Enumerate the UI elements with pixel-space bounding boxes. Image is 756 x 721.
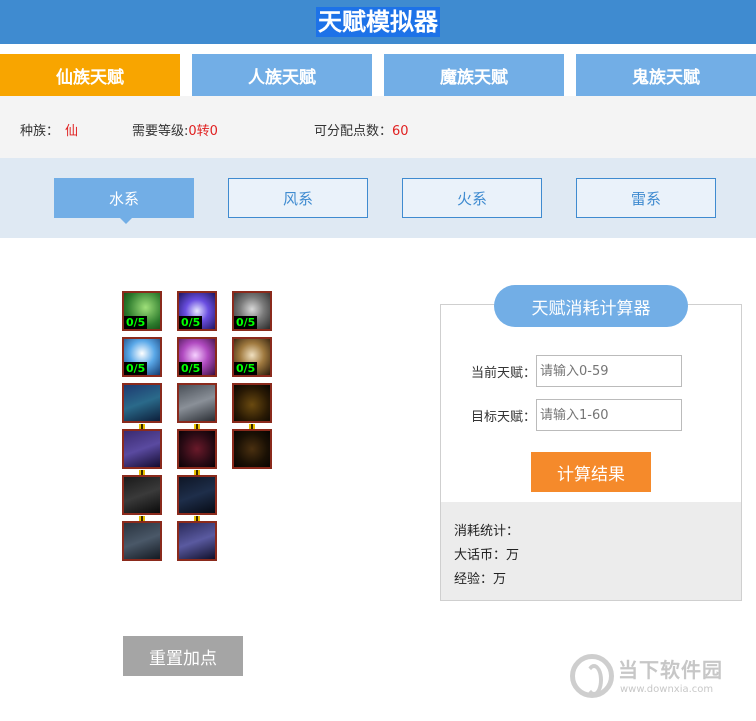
watermark-text: 当下软件园 [618, 658, 723, 682]
tab-race-gui[interactable]: 鬼族天赋 [576, 54, 756, 96]
stats-title: 消耗统计： [454, 524, 520, 539]
talent-icon-locked[interactable] [177, 521, 217, 561]
calculate-button[interactable]: 计算结果 [531, 452, 651, 492]
level-value: 0转0 [188, 124, 218, 139]
cost-stats: 消耗统计： 大话币：万 经验：万 [441, 502, 741, 600]
level-info: 需要等级:0转0 [132, 120, 218, 139]
talent-icon-locked[interactable] [177, 429, 217, 469]
talent-icon-locked[interactable] [122, 429, 162, 469]
watermark-url: www.downxia.com [620, 684, 714, 695]
talent-points: 0/5 [179, 362, 203, 375]
talent-points: 0/5 [124, 316, 148, 329]
talent-icon-locked[interactable] [122, 521, 162, 561]
tab-element-thunder[interactable]: 雷系 [576, 178, 716, 218]
points-info: 可分配点数：60 [314, 120, 409, 139]
talent-icon[interactable]: 0/5 [177, 291, 217, 331]
talent-points: 0/5 [234, 362, 258, 375]
tab-race-xian[interactable]: 仙族天赋 [0, 54, 180, 96]
talent-icon[interactable]: 0/5 [232, 337, 272, 377]
talent-points: 0/5 [234, 316, 258, 329]
current-talent-label: 当前天赋： [471, 365, 537, 381]
element-tabs: 水系 风系 火系 雷系 [0, 158, 756, 238]
info-bar: 种族： 仙 需要等级:0转0 可分配点数：60 [0, 96, 756, 158]
coin-cost: 大话币：万 [454, 548, 520, 563]
watermark-logo-icon [570, 654, 614, 698]
reset-points-button[interactable]: 重置加点 [123, 636, 243, 676]
race-tabs: 仙族天赋 人族天赋 魔族天赋 鬼族天赋 [0, 54, 756, 96]
level-label: 需要等级: [132, 124, 189, 139]
talent-icon-locked[interactable] [232, 429, 272, 469]
target-talent-input[interactable] [536, 399, 683, 431]
points-value: 60 [392, 124, 409, 139]
talent-icon-locked[interactable] [177, 383, 217, 423]
race-value: 仙 [65, 124, 79, 139]
target-talent-row: 目标天赋： [471, 399, 683, 431]
talent-icon[interactable]: 0/5 [232, 291, 272, 331]
page-header: 天赋模拟器 [0, 0, 756, 44]
tab-element-fire[interactable]: 火系 [402, 178, 542, 218]
target-talent-label: 目标天赋： [471, 409, 537, 425]
current-talent-row: 当前天赋： [471, 355, 683, 387]
talent-icon[interactable]: 0/5 [122, 291, 162, 331]
talent-icon-locked[interactable] [122, 383, 162, 423]
talent-points: 0/5 [179, 316, 203, 329]
talent-icon[interactable]: 0/5 [122, 337, 162, 377]
exp-cost: 经验：万 [454, 572, 507, 587]
tab-element-water[interactable]: 水系 [54, 178, 194, 224]
calculator-title: 天赋消耗计算器 [494, 285, 688, 327]
talent-points: 0/5 [124, 362, 148, 375]
tab-race-ren[interactable]: 人族天赋 [192, 54, 372, 96]
race-label: 种族： [20, 124, 60, 139]
talent-icon[interactable]: 0/5 [177, 337, 217, 377]
current-talent-input[interactable] [536, 355, 683, 387]
watermark: 当下软件园 www.downxia.com [570, 652, 750, 702]
talent-icon-locked[interactable] [177, 475, 217, 515]
talent-icon-locked[interactable] [122, 475, 162, 515]
race-info: 种族： 仙 [20, 120, 78, 139]
points-label: 可分配点数： [314, 124, 393, 139]
tab-element-wind[interactable]: 风系 [228, 178, 368, 218]
page-title: 天赋模拟器 [316, 7, 440, 37]
talent-icon-locked[interactable] [232, 383, 272, 423]
tab-race-mo[interactable]: 魔族天赋 [384, 54, 564, 96]
talent-cost-calculator: 当前天赋： 目标天赋： 计算结果 消耗统计： 大话币：万 经验：万 [440, 304, 742, 601]
